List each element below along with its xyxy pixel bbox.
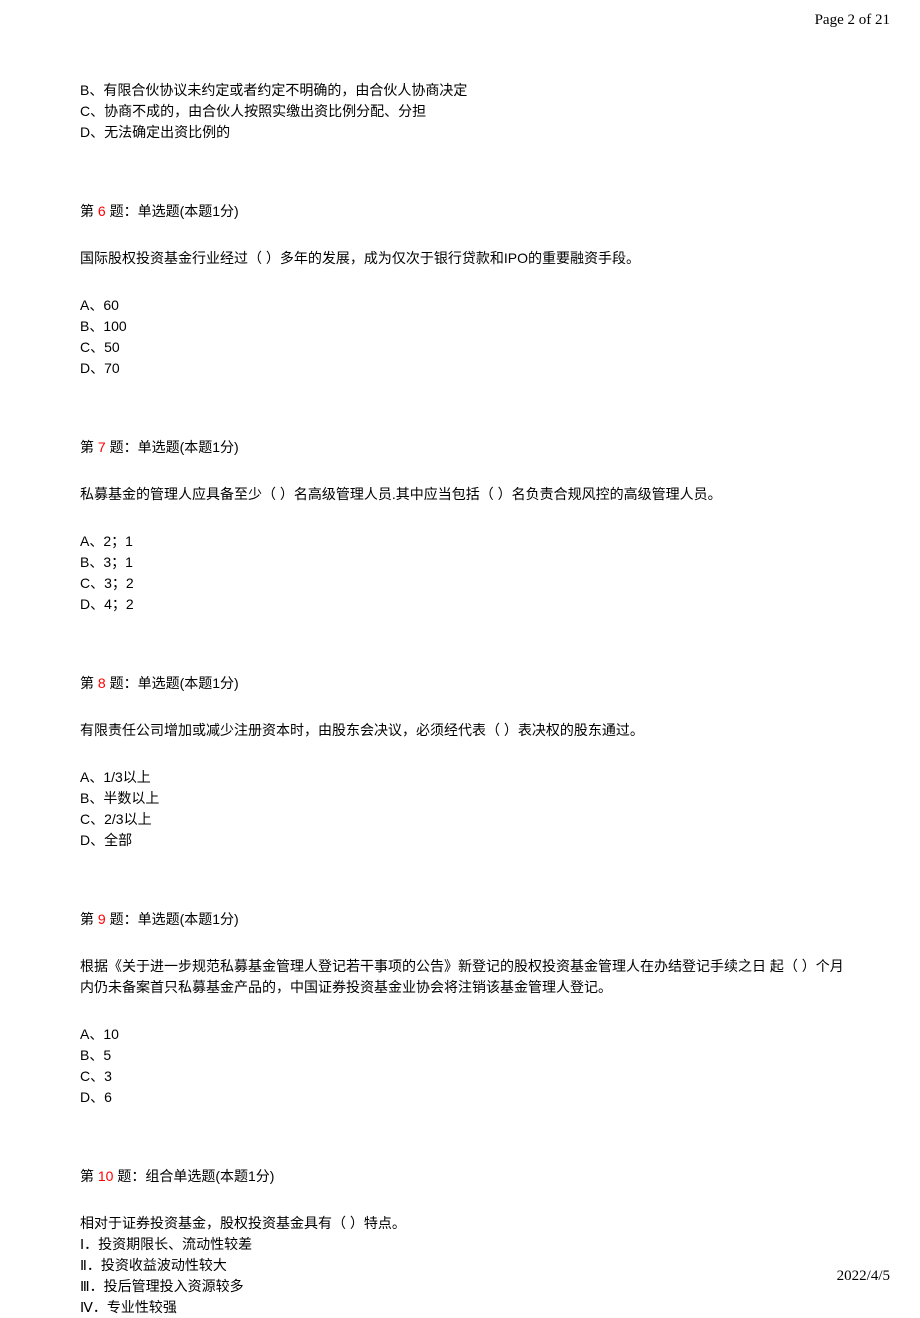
question-options: A、1/3以上 B、半数以上 C、2/3以上 D、全部 [80,767,850,851]
question-number: 6 [98,203,106,219]
question-10: 第 10 题：组合单选题(本题1分) 相对于证券投资基金，股权投资基金具有（ ）… [80,1166,850,1318]
question-8: 第 8 题：单选题(本题1分) 有限责任公司增加或减少注册资本时，由股东会决议，… [80,673,850,851]
option-c: C、50 [80,337,850,358]
question-suffix: 题：单选题(本题1分) [106,911,239,927]
option-c: C、2/3以上 [80,809,850,830]
option-b: B、3；1 [80,552,850,573]
statement-1: Ⅰ．投资期限长、流动性较差 [80,1234,850,1255]
statement-2: Ⅱ．投资收益波动性较大 [80,1255,850,1276]
question-prefix: 第 [80,203,98,219]
question-9: 第 9 题：单选题(本题1分) 根据《关于进一步规范私募基金管理人登记若干事项的… [80,909,850,1108]
question-6: 第 6 题：单选题(本题1分) 国际股权投资基金行业经过（ ）多年的发展，成为仅… [80,201,850,379]
q5-partial-options: B、有限合伙协议未约定或者约定不明确的，由合伙人协商决定 C、协商不成的，由合伙… [80,80,850,143]
question-statements: Ⅰ．投资期限长、流动性较差 Ⅱ．投资收益波动性较大 Ⅲ．投后管理投入资源较多 Ⅳ… [80,1234,850,1318]
question-suffix: 题：组合单选题(本题1分) [113,1168,274,1184]
question-prefix: 第 [80,675,98,691]
question-options: A、10 B、5 C、3 D、6 [80,1024,850,1108]
question-number: 8 [98,675,106,691]
option-a: A、1/3以上 [80,767,850,788]
question-header: 第 8 题：单选题(本题1分) [80,673,850,694]
option-b: B、100 [80,316,850,337]
question-header: 第 6 题：单选题(本题1分) [80,201,850,222]
option-d: D、4；2 [80,594,850,615]
question-prefix: 第 [80,439,98,455]
question-number: 7 [98,439,106,455]
question-header: 第 10 题：组合单选题(本题1分) [80,1166,850,1187]
option-b: B、5 [80,1045,850,1066]
option-c: C、3；2 [80,573,850,594]
document-content: B、有限合伙协议未约定或者约定不明确的，由合伙人协商决定 C、协商不成的，由合伙… [80,80,850,1318]
option-d: D、无法确定出资比例的 [80,122,850,143]
option-a: A、60 [80,295,850,316]
page-header: Page 2 of 21 [815,12,890,29]
question-prefix: 第 [80,1168,98,1184]
question-text: 有限责任公司增加或减少注册资本时，由股东会决议，必须经代表（ ）表决权的股东通过… [80,720,850,741]
footer-date: 2022/4/5 [837,1268,890,1284]
question-options: A、60 B、100 C、50 D、70 [80,295,850,379]
question-suffix: 题：单选题(本题1分) [106,203,239,219]
question-suffix: 题：单选题(本题1分) [106,675,239,691]
option-c: C、3 [80,1066,850,1087]
option-a: A、2；1 [80,531,850,552]
question-suffix: 题：单选题(本题1分) [106,439,239,455]
option-c: C、协商不成的，由合伙人按照实缴出资比例分配、分担 [80,101,850,122]
question-7: 第 7 题：单选题(本题1分) 私募基金的管理人应具备至少（ ）名高级管理人员.… [80,437,850,615]
option-d: D、6 [80,1087,850,1108]
question-header: 第 9 题：单选题(本题1分) [80,909,850,930]
option-d: D、70 [80,358,850,379]
question-text: 国际股权投资基金行业经过（ ）多年的发展，成为仅次于银行贷款和IPO的重要融资手… [80,248,850,269]
question-text: 根据《关于进一步规范私募基金管理人登记若干事项的公告》新登记的股权投资基金管理人… [80,956,850,998]
option-b: B、有限合伙协议未约定或者约定不明确的，由合伙人协商决定 [80,80,850,101]
statement-4: Ⅳ．专业性较强 [80,1297,850,1318]
statement-3: Ⅲ．投后管理投入资源较多 [80,1276,850,1297]
page-number-label: Page 2 of 21 [815,12,890,28]
option-b: B、半数以上 [80,788,850,809]
question-number: 9 [98,911,106,927]
option-a: A、10 [80,1024,850,1045]
question-text: 私募基金的管理人应具备至少（ ）名高级管理人员.其中应当包括（ ）名负责合规风控… [80,484,850,505]
question-prefix: 第 [80,911,98,927]
question-options: A、2；1 B、3；1 C、3；2 D、4；2 [80,531,850,615]
option-d: D、全部 [80,830,850,851]
question-header: 第 7 题：单选题(本题1分) [80,437,850,458]
page-footer: 2022/4/5 [837,1268,890,1285]
question-number: 10 [98,1168,114,1184]
question-text: 相对于证券投资基金，股权投资基金具有（ ）特点。 [80,1213,850,1234]
